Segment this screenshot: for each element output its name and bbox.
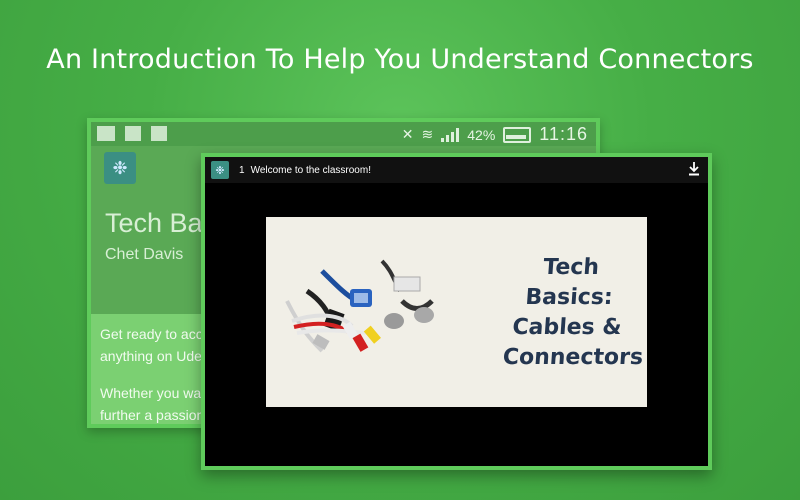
sd-card-icon bbox=[151, 126, 167, 141]
gallery-icon bbox=[97, 126, 115, 141]
description-line: Get ready to acce bbox=[100, 326, 211, 342]
description-line: anything on Uder bbox=[100, 348, 207, 364]
signal-icon bbox=[441, 127, 460, 142]
headline: An Introduction To Help You Understand C… bbox=[46, 44, 754, 75]
wifi-icon: ≋ bbox=[421, 126, 434, 142]
slide-title-line: Cables & bbox=[511, 315, 623, 340]
status-time: 11:16 bbox=[539, 124, 588, 144]
course-title: Tech Bas bbox=[105, 208, 217, 238]
lecture-number: 1 bbox=[239, 164, 245, 176]
description-line: further a passion, bbox=[100, 407, 209, 423]
battery-icon bbox=[503, 126, 532, 143]
download-icon[interactable] bbox=[688, 162, 700, 176]
status-bar: ✕ ≋ 42% 11:16 bbox=[91, 122, 596, 146]
udemy-course-logo: ❉ bbox=[211, 161, 229, 179]
description-line: Whether you wan bbox=[100, 385, 209, 401]
battery-percent: 42% bbox=[467, 126, 496, 143]
video-player-window: ❉ 1 Welcome to the classroom! Tech Basic… bbox=[201, 153, 712, 470]
mute-icon: ✕ bbox=[401, 126, 414, 142]
udemy-course-logo: ❉ bbox=[104, 152, 136, 184]
slide-title-line: Connectors bbox=[502, 345, 644, 370]
course-author: Chet Davis bbox=[105, 246, 184, 263]
document-icon bbox=[125, 126, 141, 141]
slide-title-line: Tech Basics: bbox=[524, 255, 614, 310]
lecture-title: Welcome to the classroom! bbox=[250, 164, 371, 176]
slide-title: Tech Basics: Cables & Connectors bbox=[502, 253, 644, 373]
lecture-bar: ❉ 1 Welcome to the classroom! bbox=[205, 157, 708, 183]
video-slide[interactable]: Tech Basics: Cables & Connectors bbox=[266, 217, 647, 407]
cables-illustration bbox=[285, 259, 434, 353]
